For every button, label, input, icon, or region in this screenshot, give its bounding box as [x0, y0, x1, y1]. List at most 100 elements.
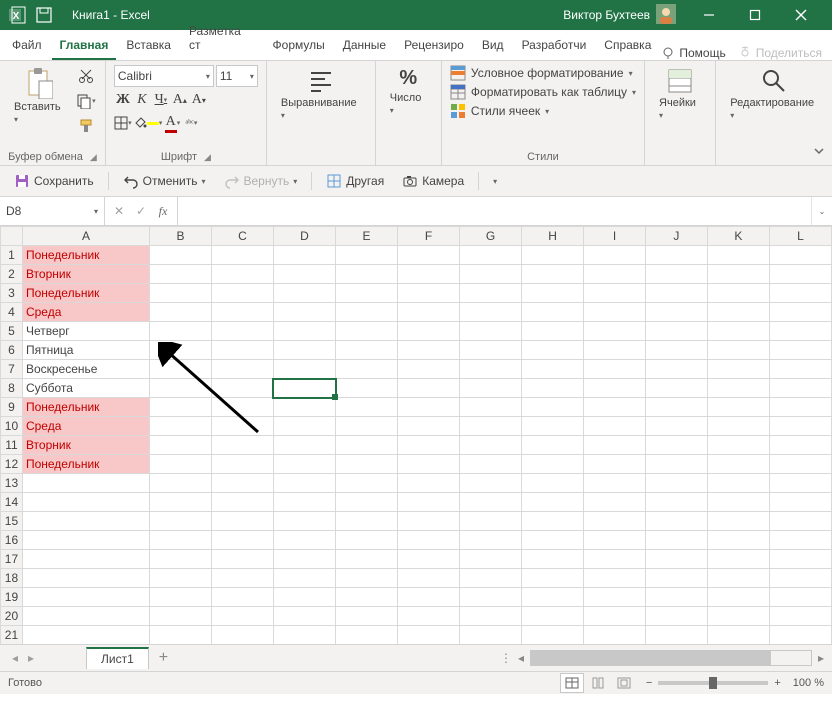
cell-C19[interactable] [211, 588, 273, 607]
column-header-H[interactable]: H [522, 227, 584, 246]
cell-A19[interactable] [22, 588, 149, 607]
column-header-F[interactable]: F [398, 227, 460, 246]
cell-K4[interactable] [707, 303, 769, 322]
cell-H6[interactable] [522, 341, 584, 360]
cell-C8[interactable] [211, 379, 273, 398]
cell-E13[interactable] [336, 474, 398, 493]
cell-L2[interactable] [769, 265, 831, 284]
cell-D12[interactable] [273, 455, 335, 474]
row-header-19[interactable]: 19 [1, 588, 23, 607]
cell-F21[interactable] [398, 626, 460, 645]
cell-J5[interactable] [645, 322, 707, 341]
cell-D7[interactable] [273, 360, 335, 379]
cell-G8[interactable] [459, 379, 521, 398]
cell-H21[interactable] [522, 626, 584, 645]
cell-E9[interactable] [336, 398, 398, 417]
cell-A15[interactable] [22, 512, 149, 531]
row-header-13[interactable]: 13 [1, 474, 23, 493]
select-all-cell[interactable] [1, 227, 23, 246]
cell-B12[interactable] [149, 455, 211, 474]
cell-B15[interactable] [149, 512, 211, 531]
cell-I17[interactable] [584, 550, 646, 569]
font-color-button[interactable]: А▾ [163, 113, 181, 133]
cell-D5[interactable] [273, 322, 335, 341]
account-button[interactable]: Виктор Бухтеев [563, 4, 676, 27]
cell-G15[interactable] [459, 512, 521, 531]
cells-button[interactable]: Ячейки ▾ [653, 65, 707, 123]
number-format-button[interactable]: % Число ▾ [384, 65, 433, 118]
cell-K21[interactable] [707, 626, 769, 645]
qat-customize-button[interactable]: ▾ [487, 174, 503, 189]
tab-разметка ст[interactable]: Разметка ст [181, 18, 263, 60]
cell-E18[interactable] [336, 569, 398, 588]
hscroll-right[interactable]: ▸ [818, 651, 824, 665]
view-normal-button[interactable] [560, 673, 584, 693]
cell-F4[interactable] [398, 303, 460, 322]
tab-справка[interactable]: Справка [596, 32, 659, 60]
cell-L9[interactable] [769, 398, 831, 417]
row-header-7[interactable]: 7 [1, 360, 23, 379]
cell-I21[interactable] [584, 626, 646, 645]
row-header-21[interactable]: 21 [1, 626, 23, 645]
cell-C5[interactable] [211, 322, 273, 341]
cell-G1[interactable] [459, 246, 521, 265]
view-page-layout-button[interactable] [586, 673, 610, 693]
cell-E14[interactable] [336, 493, 398, 512]
cell-E20[interactable] [336, 607, 398, 626]
cell-J12[interactable] [645, 455, 707, 474]
cell-H19[interactable] [522, 588, 584, 607]
cell-A6[interactable]: Пятница [22, 341, 149, 360]
cell-B20[interactable] [149, 607, 211, 626]
cell-G21[interactable] [459, 626, 521, 645]
cell-H5[interactable] [522, 322, 584, 341]
tab-разработчи[interactable]: Разработчи [514, 32, 595, 60]
cell-I16[interactable] [584, 531, 646, 550]
cell-J20[interactable] [645, 607, 707, 626]
cell-I19[interactable] [584, 588, 646, 607]
cell-H9[interactable] [522, 398, 584, 417]
cell-C3[interactable] [211, 284, 273, 303]
cell-G7[interactable] [459, 360, 521, 379]
cell-G9[interactable] [459, 398, 521, 417]
cell-K20[interactable] [707, 607, 769, 626]
tab-главная[interactable]: Главная [52, 32, 117, 60]
cell-G6[interactable] [459, 341, 521, 360]
cell-L8[interactable] [769, 379, 831, 398]
cell-H8[interactable] [522, 379, 584, 398]
cell-J18[interactable] [645, 569, 707, 588]
row-header-18[interactable]: 18 [1, 569, 23, 588]
cell-I14[interactable] [584, 493, 646, 512]
cell-F12[interactable] [398, 455, 460, 474]
cell-A5[interactable]: Четверг [22, 322, 149, 341]
cell-C14[interactable] [211, 493, 273, 512]
column-header-D[interactable]: D [273, 227, 335, 246]
cell-G11[interactable] [459, 436, 521, 455]
cell-K17[interactable] [707, 550, 769, 569]
cell-I5[interactable] [584, 322, 646, 341]
share-button[interactable]: Поделиться [738, 46, 822, 60]
cell-F11[interactable] [398, 436, 460, 455]
cell-G4[interactable] [459, 303, 521, 322]
row-header-14[interactable]: 14 [1, 493, 23, 512]
cell-K5[interactable] [707, 322, 769, 341]
cell-I12[interactable] [584, 455, 646, 474]
cell-E21[interactable] [336, 626, 398, 645]
cell-E11[interactable] [336, 436, 398, 455]
cell-B11[interactable] [149, 436, 211, 455]
font-launcher[interactable]: ◢ [204, 152, 211, 163]
cell-J19[interactable] [645, 588, 707, 607]
cell-A2[interactable]: Вторник [22, 265, 149, 284]
cell-A10[interactable]: Среда [22, 417, 149, 436]
cell-F7[interactable] [398, 360, 460, 379]
cell-I11[interactable] [584, 436, 646, 455]
cell-J21[interactable] [645, 626, 707, 645]
cell-I6[interactable] [584, 341, 646, 360]
camera-button[interactable]: Камера [396, 170, 470, 192]
cell-J1[interactable] [645, 246, 707, 265]
cell-D14[interactable] [273, 493, 335, 512]
cell-B21[interactable] [149, 626, 211, 645]
cell-E7[interactable] [336, 360, 398, 379]
cell-G17[interactable] [459, 550, 521, 569]
cell-C13[interactable] [211, 474, 273, 493]
cell-B14[interactable] [149, 493, 211, 512]
